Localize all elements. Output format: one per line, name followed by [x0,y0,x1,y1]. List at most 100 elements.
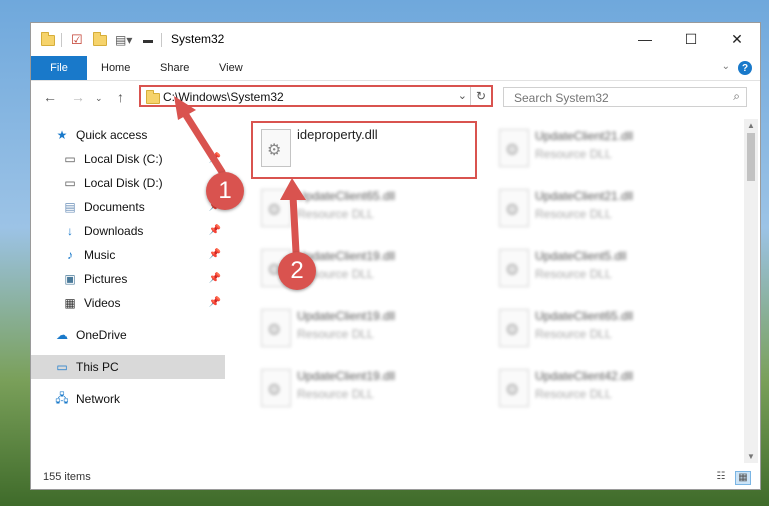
file-type: Resource DLL [297,387,374,401]
sidebar-item-label: Downloads [84,224,144,238]
file-list: ⚙ ideproperty.dll ⚙ UpdateClient65.dll R… [243,115,741,455]
file-type: Resource DLL [535,387,612,401]
music-icon: ♪ [67,248,73,262]
sidebar-item-local-disk-c[interactable]: ▭ Local Disk (C:) 📌 [31,147,225,171]
dll-file-icon: ⚙ [499,129,529,167]
gear-icon: ⚙ [267,202,282,219]
properties-icon[interactable]: ☑ [71,32,83,48]
details-view-icon[interactable]: ☷ [713,471,729,485]
file-type: Resource DLL [535,147,612,161]
file-name: UpdateClient21.dll [535,189,634,203]
file-name: UpdateClient65.dll [297,189,396,203]
file-item[interactable]: ⚙ UpdateClient65.dll Resource DLL [489,301,719,357]
help-icon[interactable]: ? [738,61,752,75]
file-item[interactable]: ⚙ UpdateClient19.dll Resource DLL [251,361,481,417]
sidebar-item-label: Local Disk (C:) [84,152,163,166]
pin-icon[interactable]: 📌 [209,273,221,284]
file-name: UpdateClient21.dll [535,129,634,143]
drive-icon: ▭ [64,152,76,166]
large-icons-view-icon[interactable]: ▦ [735,471,751,485]
vertical-scrollbar[interactable]: ▲ ▼ [744,119,758,463]
download-icon: ↓ [67,224,73,238]
toolbar-dropdown-icon[interactable]: ▬ [143,32,153,48]
tab-view[interactable]: View [219,56,243,80]
gear-icon: ⚙ [505,142,520,159]
file-type: Resource DLL [535,327,612,341]
address-dropdown-icon[interactable]: ⌄ [458,89,467,102]
search-input[interactable] [512,89,716,107]
up-arrow-icon[interactable]: ↑ [117,89,124,105]
scroll-down-icon[interactable]: ▼ [747,452,755,461]
pin-icon[interactable]: 📌 [209,297,221,308]
sidebar-item-documents[interactable]: ▤ Documents 📌 [31,195,225,219]
file-name: UpdateClient19.dll [297,309,396,323]
gear-icon: ⚙ [505,322,520,339]
scroll-up-icon[interactable]: ▲ [747,121,755,130]
pictures-icon: ▣ [64,272,76,286]
address-path[interactable]: C:\Windows\System32 [163,90,284,104]
sidebar-item-label: OneDrive [76,328,127,342]
gear-icon: ⚙ [505,382,520,399]
pin-icon[interactable]: 📌 [209,225,221,236]
sidebar-item-downloads[interactable]: ↓ Downloads 📌 [31,219,225,243]
file-item[interactable]: ⚙ UpdateClient19.dll Resource DLL [251,301,481,357]
pin-icon[interactable]: 📌 [209,249,221,260]
sidebar-item-label: Pictures [84,272,128,286]
close-button[interactable]: ✕ [714,23,760,55]
drive-icon: ▭ [64,176,76,190]
refresh-icon[interactable]: ↻ [470,87,491,105]
gear-icon: ⚙ [505,202,520,219]
expand-ribbon-icon[interactable]: ⌄ [722,61,730,72]
tab-file[interactable]: File [31,56,87,80]
dll-file-icon: ⚙ [261,309,291,347]
document-icon: ▤ [64,200,76,214]
sidebar-item-label: Documents [84,200,145,214]
status-bar: 155 items ☷ ▦ [31,467,760,489]
file-item[interactable]: ⚙ UpdateClient5.dll Resource DLL [489,241,719,297]
address-bar[interactable]: C:\Windows\System32 ⌄ ↻ [139,85,493,107]
dll-file-icon: ⚙ [499,309,529,347]
folder-icon[interactable] [41,31,55,46]
scrollbar-thumb[interactable] [747,133,755,181]
forward-arrow-icon[interactable]: → [71,89,85,105]
gear-icon: ⚙ [505,262,520,279]
sidebar-item-onedrive[interactable]: ☁ OneDrive [31,323,225,347]
star-icon: ★ [56,128,68,142]
file-item[interactable]: ⚙ UpdateClient65.dll Resource DLL [251,181,481,237]
pin-icon[interactable]: 📌 [209,153,221,164]
file-item[interactable]: ⚙ UpdateClient21.dll Resource DLL [489,121,719,177]
step-1-badge: 1 [206,172,244,210]
sidebar-item-label: Local Disk (D:) [84,176,163,190]
file-type: Resource DLL [297,327,374,341]
tab-home[interactable]: Home [101,56,130,80]
dll-file-icon: ⚙ [499,369,529,407]
sidebar-item-network[interactable]: 🖧 Network [31,387,225,411]
sidebar-item-music[interactable]: ♪ Music 📌 [31,243,225,267]
file-name: UpdateClient19.dll [297,369,396,383]
item-count: 155 items [43,471,91,483]
search-box[interactable]: ⌕ [503,87,747,107]
file-type: Resource DLL [297,207,374,221]
sidebar-item-quick-access[interactable]: ★ Quick access [31,123,225,147]
computer-icon: ▭ [56,360,68,374]
customize-toolbar-icon[interactable]: ▤▾ [115,32,132,48]
sidebar-item-local-disk-d[interactable]: ▭ Local Disk (D:) 📌 [31,171,225,195]
search-icon[interactable]: ⌕ [733,89,740,104]
file-item[interactable]: ⚙ UpdateClient42.dll Resource DLL [489,361,719,417]
dll-file-icon: ⚙ [499,249,529,287]
sidebar-item-pictures[interactable]: ▣ Pictures 📌 [31,267,225,291]
file-item[interactable]: ⚙ UpdateClient21.dll Resource DLL [489,181,719,237]
minimize-button[interactable]: — [622,23,668,55]
recent-locations-icon[interactable]: ⌄ [95,93,103,104]
sidebar-item-this-pc[interactable]: ▭ This PC [31,355,225,379]
new-folder-icon[interactable] [93,31,107,46]
tab-share[interactable]: Share [160,56,189,80]
window-title: System32 [171,32,225,46]
sidebar-item-label: Quick access [76,128,148,142]
sidebar-item-videos[interactable]: ▦ Videos 📌 [31,291,225,315]
back-arrow-icon[interactable]: ← [43,89,57,105]
step-2-badge: 2 [278,252,316,290]
file-explorer-window: ☑ ▤▾ ▬ System32 — ☐ ✕ File Home Share Vi… [30,22,761,490]
maximize-button[interactable]: ☐ [668,23,714,55]
sidebar-item-label: Videos [84,296,121,310]
